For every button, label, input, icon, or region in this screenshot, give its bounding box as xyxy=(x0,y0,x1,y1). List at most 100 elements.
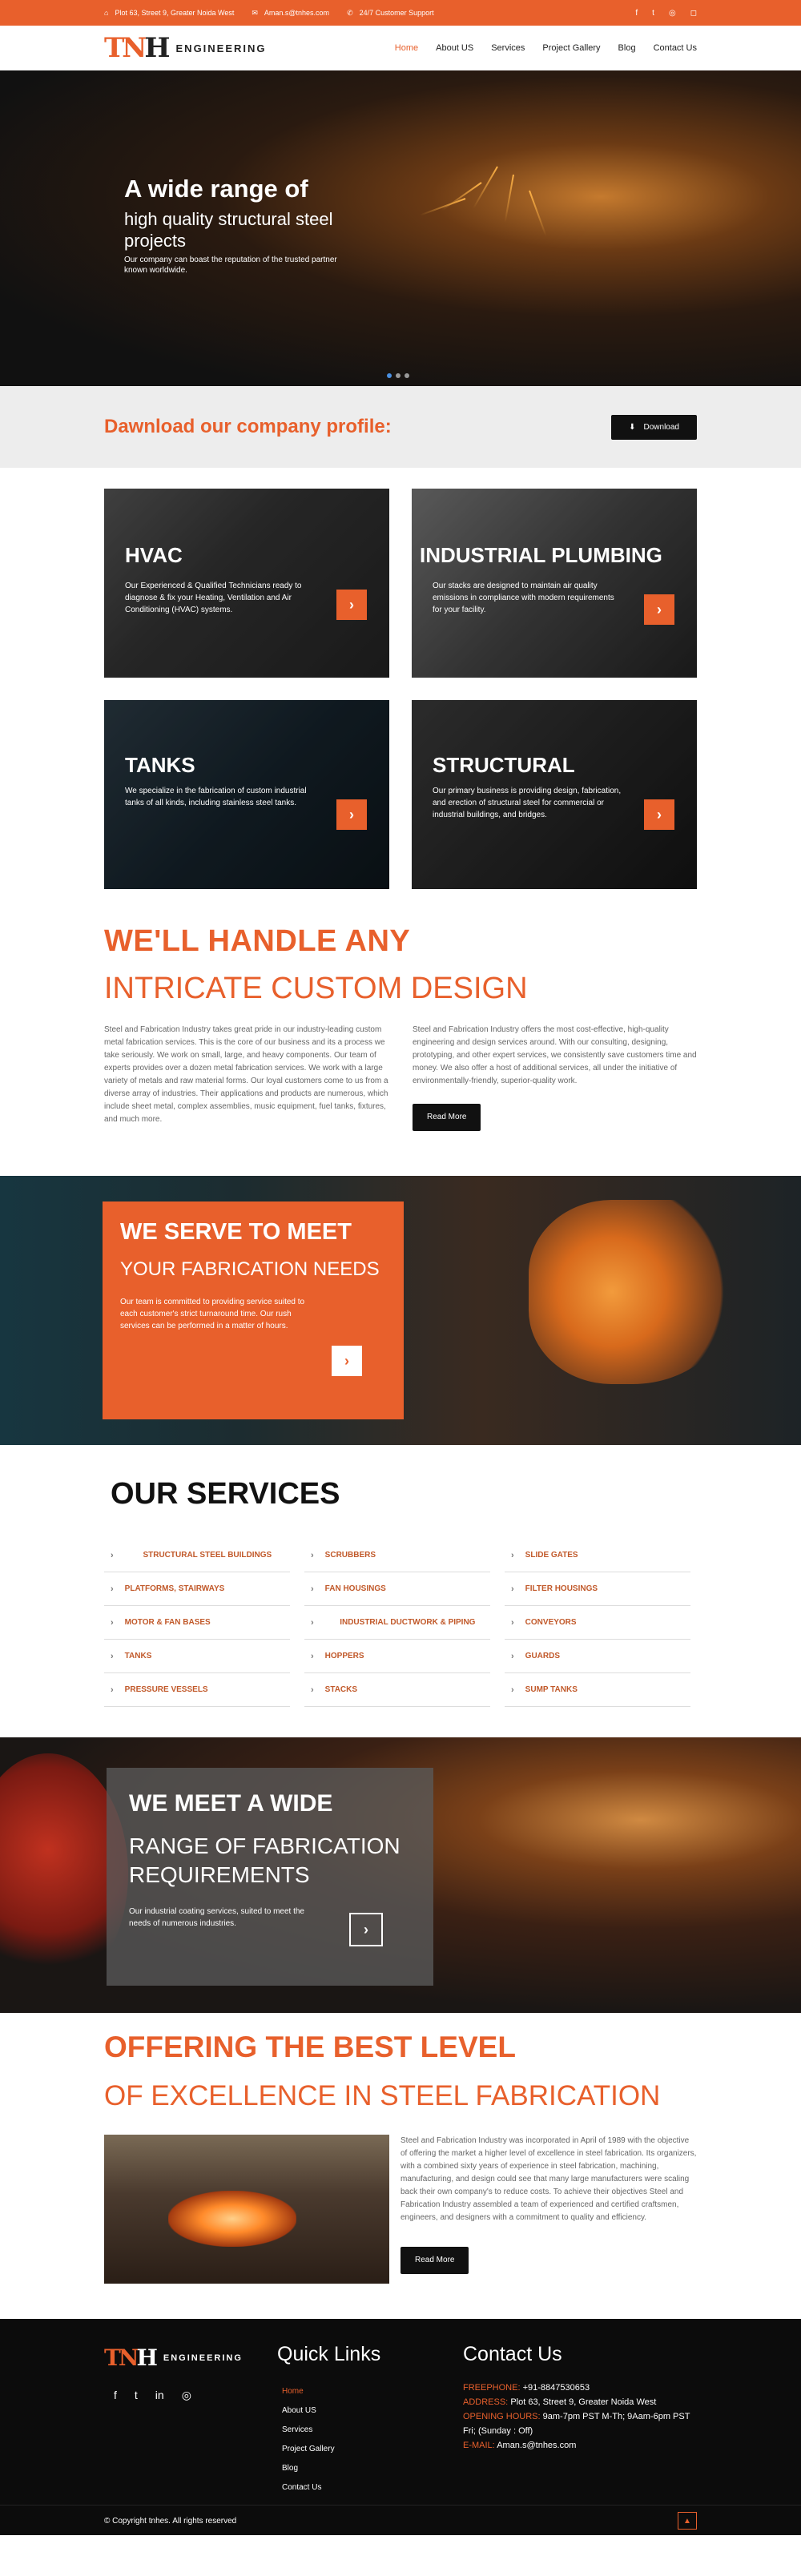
service-item[interactable]: › STACKS xyxy=(304,1673,490,1707)
github-icon[interactable]: ◎ xyxy=(669,9,676,18)
chevron-right-icon: › xyxy=(511,1684,514,1695)
services-heading: OUR SERVICES xyxy=(111,1477,697,1511)
intro-section: WE'LL HANDLE ANY INTRICATE CUSTOM DESIGN… xyxy=(0,889,801,1131)
card-title: INDUSTRIAL PLUMBING xyxy=(420,543,662,567)
serve-panel: WE SERVE TO MEET YOUR FABRICATION NEEDS … xyxy=(103,1201,404,1419)
logo[interactable]: TNH ENGINEERING xyxy=(104,32,267,64)
footer-link-gallery[interactable]: Project Gallery xyxy=(282,2440,463,2459)
service-label: PRESSURE VESSELS xyxy=(124,1685,208,1694)
card-text: Our Experienced & Qualified Technicians … xyxy=(125,582,302,614)
card-plumbing: INDUSTRIAL PLUMBING Our stacks are desig… xyxy=(412,489,697,678)
email-value[interactable]: Aman.s@tnhes.com xyxy=(497,2441,576,2450)
download-button[interactable]: ⬇ Download xyxy=(611,414,697,440)
chevron-right-icon: › xyxy=(111,1684,114,1695)
wide-text: Our industrial coating services, suited … xyxy=(129,1907,304,1928)
freephone-value[interactable]: +91-8847530653 xyxy=(523,2383,590,2393)
service-item[interactable]: › PRESSURE VESSELS xyxy=(104,1673,290,1707)
service-item[interactable]: › GUARDS xyxy=(505,1640,690,1673)
logo-mark: TNH xyxy=(104,2345,158,2371)
hero-subheading: high quality structural steel projects xyxy=(124,209,333,251)
nav-about[interactable]: About US xyxy=(436,43,473,53)
logo-word: ENGINEERING xyxy=(163,2353,243,2363)
instagram-icon[interactable]: ◻ xyxy=(690,9,697,18)
nav-contact[interactable]: Contact Us xyxy=(654,43,697,53)
back-to-top-button[interactable]: ▲ xyxy=(678,2512,697,2530)
footer-link-services[interactable]: Services xyxy=(282,2421,463,2440)
card-tanks: TANKS We specialize in the fabrication o… xyxy=(104,700,389,889)
download-section: Dawnload our company profile: ⬇ Download xyxy=(0,386,801,468)
twitter-icon[interactable]: t xyxy=(652,9,654,18)
footer-logo[interactable]: TNH ENGINEERING xyxy=(104,2345,277,2371)
topbar-address: Plot 63, Street 9, Greater Noida West xyxy=(115,9,235,17)
topbar-email[interactable]: Aman.s@tnhes.com xyxy=(264,9,329,17)
download-title: Dawnload our company profile: xyxy=(104,416,392,437)
serve-text: Our team is committed to providing servi… xyxy=(120,1298,305,1330)
card-arrow-button[interactable]: › xyxy=(644,594,674,625)
card-arrow-button[interactable]: › xyxy=(644,799,674,830)
card-arrow-button[interactable]: › xyxy=(336,799,367,830)
address-item: ⌂ Plot 63, Street 9, Greater Noida West xyxy=(104,9,234,17)
service-item[interactable]: › FILTER HOUSINGS xyxy=(505,1572,690,1606)
nav-home[interactable]: Home xyxy=(395,43,418,53)
support-item: ✆ 24/7 Customer Support xyxy=(347,9,434,18)
service-label: SLIDE GATES xyxy=(525,1551,578,1560)
instagram-icon[interactable]: ◎ xyxy=(182,2389,191,2402)
wide-heading: WE MEET A WIDE xyxy=(129,1790,333,1817)
serve-arrow-button[interactable]: › xyxy=(332,1346,362,1376)
read-more-button[interactable]: Read More xyxy=(413,1104,481,1131)
service-item[interactable]: › STRUCTURAL STEEL BUILDINGS xyxy=(104,1539,290,1572)
logo-mark-a: TN xyxy=(104,32,147,64)
service-label: FAN HOUSINGS xyxy=(324,1584,386,1593)
service-item[interactable]: › CONVEYORS xyxy=(505,1606,690,1640)
chevron-right-icon: › xyxy=(111,1617,114,1628)
service-label: INDUSTRIAL DUCTWORK & PIPING xyxy=(340,1618,476,1627)
chevron-right-icon: › xyxy=(511,1651,514,1661)
service-item[interactable]: › FAN HOUSINGS xyxy=(304,1572,490,1606)
read-more-button[interactable]: Read More xyxy=(400,2247,469,2274)
service-item[interactable]: › HOPPERS xyxy=(304,1640,490,1673)
slider-dot[interactable] xyxy=(396,373,400,378)
facebook-icon[interactable]: f xyxy=(114,2389,117,2402)
nav-gallery[interactable]: Project Gallery xyxy=(542,43,600,53)
service-item[interactable]: › MOTOR & FAN BASES xyxy=(104,1606,290,1640)
card-structural: STRUCTURAL Our primary business is provi… xyxy=(412,700,697,889)
linkedin-icon[interactable]: in xyxy=(155,2389,164,2402)
footer-link-blog[interactable]: Blog xyxy=(282,2459,463,2478)
service-item[interactable]: › SUMP TANKS xyxy=(505,1673,690,1707)
card-arrow-button[interactable]: › xyxy=(336,590,367,620)
facebook-icon[interactable]: f xyxy=(635,9,638,18)
services-list-2: › SCRUBBERS › FAN HOUSINGS › INDUSTRIAL DUC… xyxy=(304,1539,490,1707)
card-title: TANKS xyxy=(125,753,195,777)
service-item[interactable]: › SCRUBBERS xyxy=(304,1539,490,1572)
footer-link-about[interactable]: About US xyxy=(282,2401,463,2421)
service-item[interactable]: › SLIDE GATES xyxy=(505,1539,690,1572)
wide-arrow-button[interactable]: › xyxy=(349,1913,383,1946)
logo-mark: TNH xyxy=(104,32,171,64)
service-label: MOTOR & FAN BASES xyxy=(124,1618,211,1627)
slider-dot[interactable] xyxy=(405,373,409,378)
nav-blog[interactable]: Blog xyxy=(618,43,636,53)
slider-dot[interactable] xyxy=(387,373,392,378)
slider-dots xyxy=(387,373,409,378)
robot-image xyxy=(529,1200,737,1384)
intro-subheading: INTRICATE CUSTOM DESIGN xyxy=(104,972,528,1005)
card-hvac: HVAC Our Experienced & Qualified Technic… xyxy=(104,489,389,678)
chevron-right-icon: › xyxy=(511,1617,514,1628)
services-heading-bold: OUR xyxy=(111,1477,179,1511)
email-item[interactable]: ✉ Aman.s@tnhes.com xyxy=(252,9,329,18)
freephone-label: FREEPHONE: xyxy=(463,2383,521,2393)
wide-panel: WE MEET A WIDE RANGE OF FABRICATION REQU… xyxy=(107,1768,433,1986)
footer-link-home[interactable]: Home xyxy=(282,2382,463,2401)
logo-mark-b: H xyxy=(136,2345,158,2371)
twitter-icon[interactable]: t xyxy=(135,2389,138,2402)
service-item[interactable]: › PLATFORMS, STAIRWAYS xyxy=(104,1572,290,1606)
service-item[interactable]: › INDUSTRIAL DUCTWORK & PIPING xyxy=(304,1606,490,1640)
hero-description: Our company can boast the reputation of … xyxy=(124,256,337,275)
card-text: We specialize in the fabrication of cust… xyxy=(125,787,307,807)
service-item[interactable]: › TANKS xyxy=(104,1640,290,1673)
nav-services[interactable]: Services xyxy=(491,43,525,53)
service-label: FILTER HOUSINGS xyxy=(525,1584,598,1593)
chevron-right-icon: › xyxy=(111,1584,114,1594)
logo-mark-b: H xyxy=(144,32,170,64)
footer-link-contact[interactable]: Contact Us xyxy=(282,2478,463,2498)
